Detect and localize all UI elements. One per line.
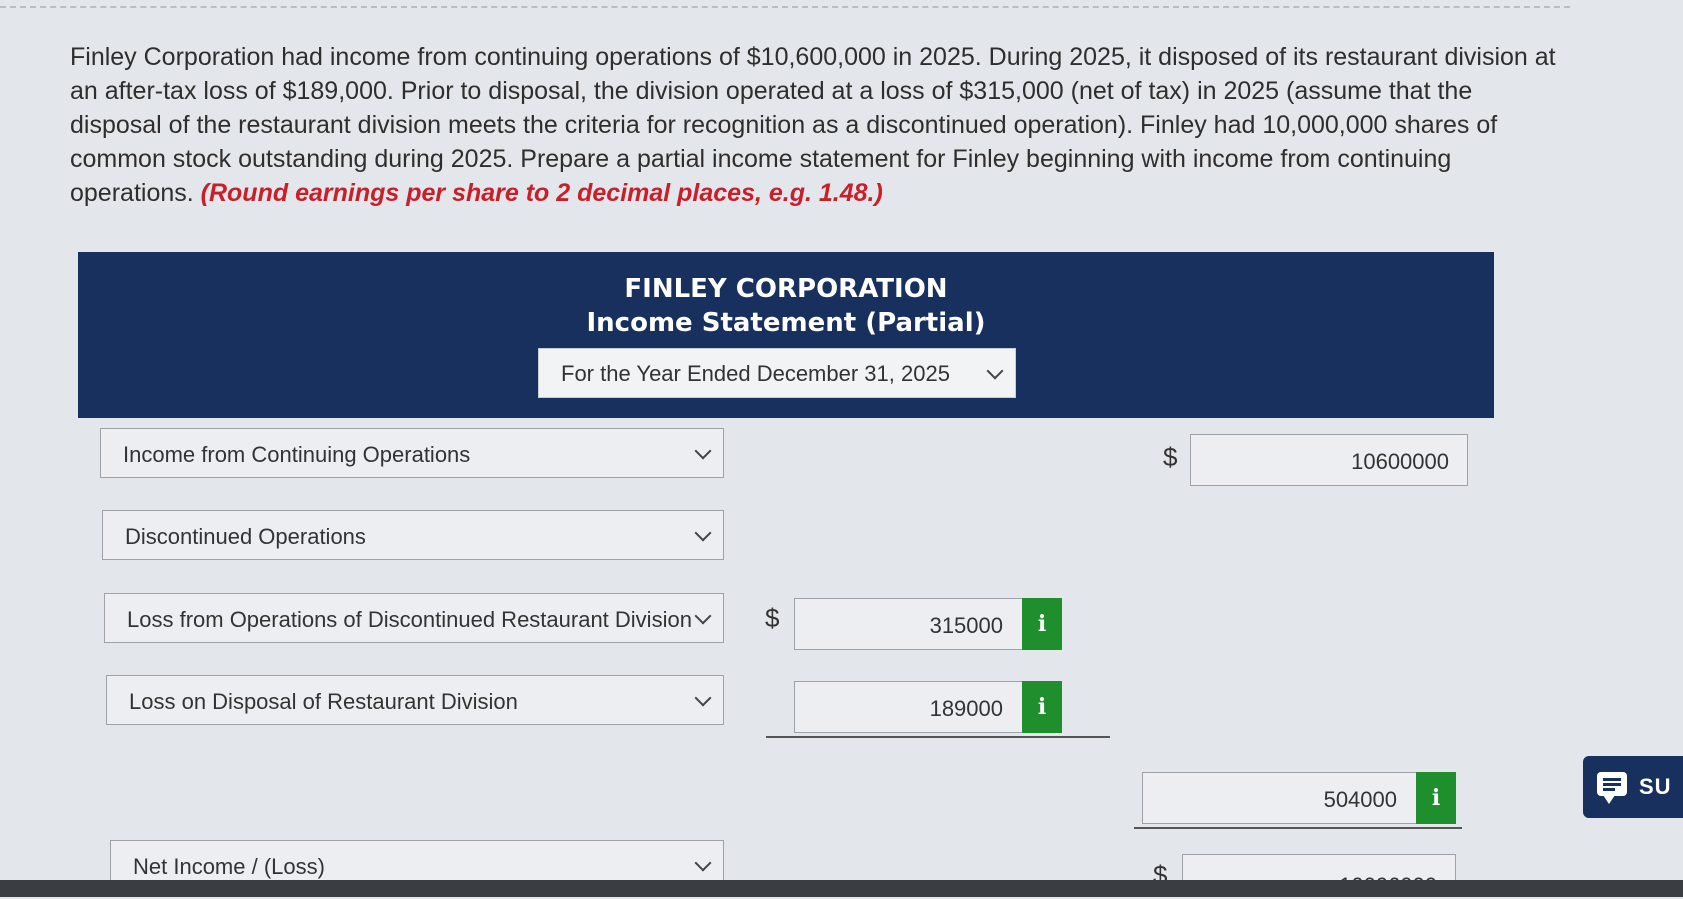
info-icon[interactable]: i <box>1022 681 1062 733</box>
continuing-ops-value: 10600000 <box>1351 449 1449 474</box>
period-select-value: For the Year Ended December 31, 2025 <box>561 361 950 386</box>
total-discontinued-amount[interactable]: 504000 i <box>1142 772 1456 824</box>
top-divider <box>0 6 1570 8</box>
statement-title: Income Statement (Partial) <box>586 308 986 338</box>
company-name: FINLEY CORPORATION <box>624 274 948 304</box>
discontinued-ops-label: Discontinued Operations <box>125 524 366 549</box>
summary-button[interactable]: SU <box>1583 756 1683 818</box>
chevron-down-icon <box>694 442 712 460</box>
period-select[interactable]: For the Year Ended December 31, 2025 <box>538 348 1016 398</box>
loss-operations-amount[interactable]: 315000 i <box>794 598 1062 650</box>
loss-disposal-value: 189000 <box>929 696 1003 721</box>
total-discontinued-value: 504000 <box>1323 787 1397 812</box>
subtotal-rule <box>766 736 1110 738</box>
total-rule <box>1134 827 1462 829</box>
continuing-ops-amount[interactable]: 10600000 <box>1190 434 1468 486</box>
loss-operations-select[interactable]: Loss from Operations of Discontinued Res… <box>104 593 724 643</box>
chevron-down-icon <box>694 607 712 625</box>
chevron-down-icon <box>694 689 712 707</box>
loss-operations-label: Loss from Operations of Discontinued Res… <box>127 607 692 632</box>
loss-disposal-amount[interactable]: 189000 i <box>794 681 1062 733</box>
chevron-down-icon <box>986 362 1004 380</box>
statement-header: FINLEY CORPORATION Income Statement (Par… <box>78 252 1494 418</box>
bottom-bezel <box>0 880 1683 897</box>
net-income-label: Net Income / (Loss) <box>133 854 325 879</box>
summary-button-label: SU <box>1639 774 1672 799</box>
info-icon[interactable]: i <box>1416 772 1456 824</box>
continuing-ops-currency: $ <box>1163 442 1178 472</box>
continuing-ops-label: Income from Continuing Operations <box>123 442 471 467</box>
loss-operations-value: 315000 <box>929 613 1003 638</box>
discontinued-ops-select[interactable]: Discontinued Operations <box>102 510 724 560</box>
chevron-down-icon <box>694 524 712 542</box>
rounding-hint: (Round earnings per share to 2 decimal p… <box>200 179 883 207</box>
loss-disposal-label: Loss on Disposal of Restaurant Division <box>129 689 518 714</box>
chat-icon <box>1597 772 1627 804</box>
chevron-down-icon <box>694 854 712 872</box>
loss-operations-currency: $ <box>765 603 780 633</box>
info-icon[interactable]: i <box>1022 598 1062 650</box>
problem-text: Finley Corporation had income from conti… <box>70 40 1570 210</box>
continuing-ops-select[interactable]: Income from Continuing Operations <box>100 428 724 478</box>
loss-disposal-select[interactable]: Loss on Disposal of Restaurant Division <box>106 675 724 725</box>
